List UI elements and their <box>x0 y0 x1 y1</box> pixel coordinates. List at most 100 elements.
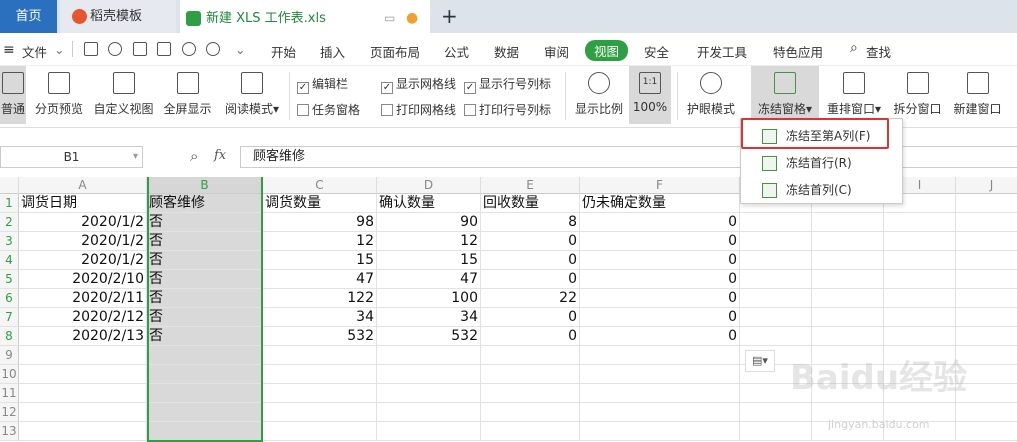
cell-d6[interactable]: 100 <box>377 289 481 308</box>
cell-j4[interactable] <box>956 251 1017 270</box>
row-header[interactable]: 7 <box>0 308 19 327</box>
row-header[interactable]: 5 <box>0 270 19 289</box>
eye-protection-button[interactable]: 护眼模式 <box>685 66 737 124</box>
cell-c2[interactable]: 98 <box>263 213 377 232</box>
show-row-col-headers-checkbox[interactable]: ✓ 显示行号列标 <box>464 75 551 94</box>
print-gridlines-checkbox[interactable]: 打印网格线 <box>381 101 456 118</box>
cell-a5[interactable]: 2020/2/10 <box>19 270 147 289</box>
cell-e11[interactable] <box>481 384 580 403</box>
cell-e9[interactable] <box>481 346 580 365</box>
tab-current-file[interactable]: 新建 XLS 工作表.xls ▭ ● <box>180 0 430 33</box>
column-header-c[interactable]: C <box>263 177 377 194</box>
row-header[interactable]: 2 <box>0 213 19 232</box>
cell-g7[interactable] <box>740 308 812 327</box>
cell-c3[interactable]: 12 <box>263 232 377 251</box>
cell-f5[interactable]: 0 <box>580 270 740 289</box>
freeze-first-row-item[interactable]: 冻结首行(R) <box>741 150 902 176</box>
cell-h4[interactable] <box>812 251 884 270</box>
cell-d4[interactable]: 15 <box>377 251 481 270</box>
print-icon[interactable] <box>133 42 147 56</box>
cell-h7[interactable] <box>812 308 884 327</box>
cell-a7[interactable]: 2020/2/12 <box>19 308 147 327</box>
freeze-panes-button[interactable]: 冻结窗格▾ <box>751 66 819 124</box>
cell-j12[interactable] <box>956 403 1017 422</box>
cell-j1[interactable] <box>956 194 1017 213</box>
column-header-a[interactable]: A <box>19 177 147 194</box>
menu-search[interactable]: 查找 <box>866 42 891 61</box>
name-box[interactable]: B1 ▾ <box>0 146 143 168</box>
task-pane-checkbox[interactable]: 任务窗格 <box>297 101 360 118</box>
cell-f2[interactable]: 0 <box>580 213 740 232</box>
cell-c13[interactable] <box>263 422 377 441</box>
freeze-first-column-item[interactable]: 冻结首列(C) <box>741 177 902 203</box>
menu-developer[interactable]: 开发工具 <box>697 42 747 61</box>
reading-mode-button[interactable]: 阅读模式▾ <box>222 66 282 124</box>
cell-a12[interactable] <box>19 403 147 422</box>
cell-c6[interactable]: 122 <box>263 289 377 308</box>
cell-g13[interactable] <box>740 422 812 441</box>
fx-icon[interactable]: fx <box>214 148 226 163</box>
cell-c1[interactable]: 调货数量 <box>263 194 377 213</box>
redo-icon[interactable] <box>206 42 220 56</box>
custom-view-button[interactable]: 自定义视图 <box>92 66 155 124</box>
cell-i3[interactable] <box>884 232 956 251</box>
tab-home[interactable]: 首页 <box>0 0 57 33</box>
cell-e7[interactable]: 0 <box>481 308 580 327</box>
cell-i7[interactable] <box>884 308 956 327</box>
cell-a13[interactable] <box>19 422 147 441</box>
cell-i5[interactable] <box>884 270 956 289</box>
cell-a10[interactable] <box>19 365 147 384</box>
column-header-j[interactable]: J <box>956 177 1017 194</box>
menu-formula[interactable]: 公式 <box>444 42 469 61</box>
cell-g4[interactable] <box>740 251 812 270</box>
cell-e6[interactable]: 22 <box>481 289 580 308</box>
cell-f8[interactable]: 0 <box>580 327 740 346</box>
row-header[interactable]: 1 <box>0 194 19 213</box>
cell-d2[interactable]: 90 <box>377 213 481 232</box>
hamburger-icon[interactable]: ≡ <box>3 42 15 58</box>
cell-j8[interactable] <box>956 327 1017 346</box>
cell-f3[interactable]: 0 <box>580 232 740 251</box>
row-header[interactable]: 3 <box>0 232 19 251</box>
cell-d9[interactable] <box>377 346 481 365</box>
save-icon[interactable] <box>84 42 98 56</box>
menu-page-layout[interactable]: 页面布局 <box>370 42 420 61</box>
cell-a2[interactable]: 2020/1/2 <box>19 213 147 232</box>
column-header-f[interactable]: F <box>580 177 740 194</box>
show-gridlines-checkbox[interactable]: ✓ 显示网格线 <box>381 75 456 94</box>
cell-i2[interactable] <box>884 213 956 232</box>
cell-a1[interactable]: 调货日期 <box>19 194 147 213</box>
edit-bar-checkbox[interactable]: ✓ 编辑栏 <box>297 75 348 94</box>
select-all-corner[interactable] <box>0 177 19 194</box>
cell-a8[interactable]: 2020/2/13 <box>19 327 147 346</box>
cell-j6[interactable] <box>956 289 1017 308</box>
cell-c9[interactable] <box>263 346 377 365</box>
menu-special[interactable]: 特色应用 <box>773 42 823 61</box>
cell-c4[interactable]: 15 <box>263 251 377 270</box>
undo-history-icon[interactable] <box>108 42 122 56</box>
cell-c11[interactable] <box>263 384 377 403</box>
column-header-d[interactable]: D <box>377 177 481 194</box>
cell-c12[interactable] <box>263 403 377 422</box>
cell-f11[interactable] <box>580 384 740 403</box>
row-header[interactable]: 9 <box>0 346 19 365</box>
row-header[interactable]: 12 <box>0 403 19 422</box>
cell-i4[interactable] <box>884 251 956 270</box>
cell-d1[interactable]: 确认数量 <box>377 194 481 213</box>
cell-f6[interactable]: 0 <box>580 289 740 308</box>
menu-file[interactable]: 文件 <box>22 42 47 61</box>
column-header-e[interactable]: E <box>481 177 580 194</box>
cell-d8[interactable]: 532 <box>377 327 481 346</box>
cell-c5[interactable]: 47 <box>263 270 377 289</box>
cell-h2[interactable] <box>812 213 884 232</box>
new-tab-plus-icon[interactable]: + <box>441 4 458 28</box>
cell-d5[interactable]: 47 <box>377 270 481 289</box>
cell-f7[interactable]: 0 <box>580 308 740 327</box>
row-header[interactable]: 4 <box>0 251 19 270</box>
zoom-100-button[interactable]: 1:1 100% <box>629 66 671 124</box>
row-header[interactable]: 6 <box>0 289 19 308</box>
cell-a11[interactable] <box>19 384 147 403</box>
cell-h5[interactable] <box>812 270 884 289</box>
zoom-search-icon[interactable]: ⌕ <box>190 147 198 165</box>
cell-a9[interactable] <box>19 346 147 365</box>
